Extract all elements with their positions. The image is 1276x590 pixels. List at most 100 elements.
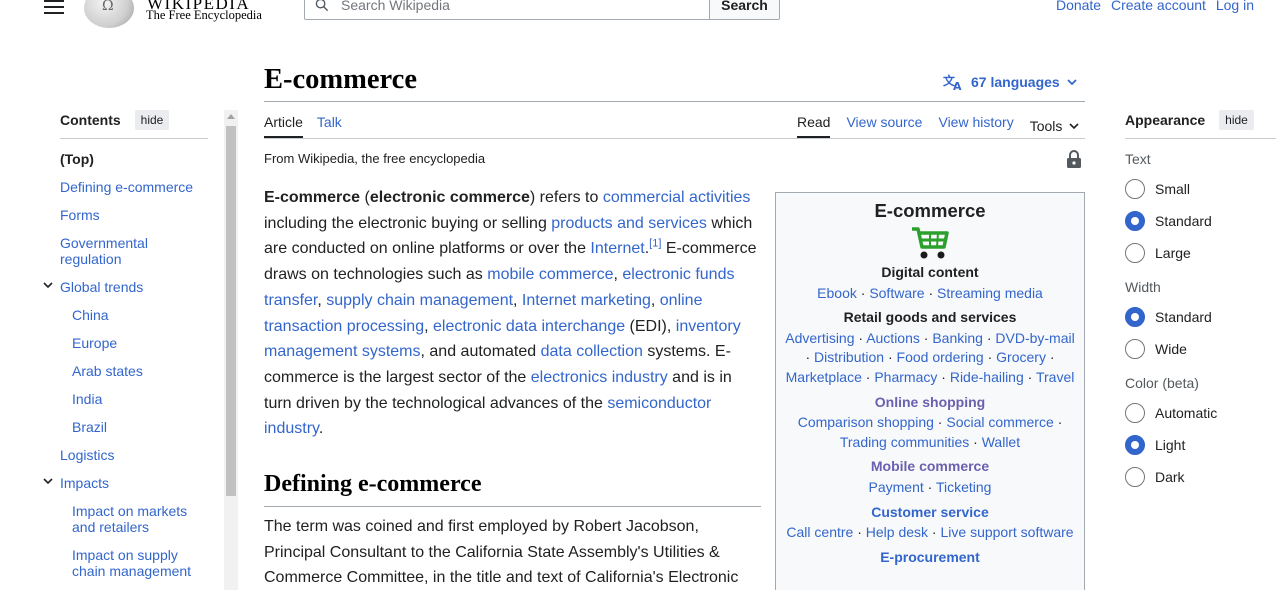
infobox-link[interactable]: Help desk [866,524,928,540]
infobox-link[interactable]: Payment [869,479,924,495]
infobox-link[interactable]: Live support software [941,524,1074,540]
donate-link[interactable]: Donate [1056,0,1101,13]
infobox-link[interactable]: Banking [932,330,983,346]
infobox-section-heading[interactable]: Online shopping [782,393,1078,413]
chevron-down-icon[interactable] [42,279,54,291]
toc-item[interactable]: Impact on supply chain management [60,547,210,579]
text-size-option-label: Standard [1155,213,1212,229]
infobox-link[interactable]: Travel [1036,369,1074,385]
infobox-section-heading[interactable]: Mobile commerce [782,457,1078,477]
toc-item[interactable]: Governmental regulation [60,235,210,267]
infobox-link[interactable]: Ticketing [936,479,992,495]
infobox-link[interactable]: Wallet [982,434,1020,450]
toc-item[interactable]: India [60,391,210,407]
text-size-option[interactable]: Standard [1125,211,1276,231]
text-size-option[interactable]: Small [1125,179,1276,199]
infobox-link[interactable]: Trading communities [840,434,969,450]
infobox-link[interactable]: Call centre [786,524,853,540]
link-mobile-commerce[interactable]: mobile commerce [487,266,613,283]
lead-bold: E-commerce [264,189,361,206]
width-option[interactable]: Standard [1125,307,1276,327]
radio-button[interactable] [1125,339,1145,359]
search-box[interactable] [304,0,710,20]
log-in-link[interactable]: Log in [1216,0,1254,13]
infobox-link[interactable]: Auctions [866,330,920,346]
reference-1[interactable]: [1] [649,238,661,250]
color-option[interactable]: Automatic [1125,403,1276,423]
wikipedia-globe-logo[interactable] [84,0,134,28]
infobox-link[interactable]: Comparison shopping [798,414,934,430]
toc-item[interactable]: Logistics [60,447,210,463]
infobox-link[interactable]: Ride-hailing [950,369,1024,385]
lead-text: including the electronic buying or selli… [264,214,552,232]
language-button[interactable]: 文A 67 languages [943,73,1078,91]
radio-button[interactable] [1125,467,1145,487]
infobox-section-heading[interactable]: E-procurement [782,548,1078,568]
infobox-link[interactable]: Food ordering [897,349,984,365]
link-commercial-activities[interactable]: commercial activities [603,189,751,206]
radio-button[interactable] [1125,435,1145,455]
infobox-link[interactable]: Ebook [817,285,857,301]
search-button[interactable]: Search [709,0,780,20]
infobox-link[interactable]: Pharmacy [874,369,937,385]
link-data-collection[interactable]: data collection [541,343,643,360]
toc-list: (Top) Defining e-commerce Forms Governmenta… [43,151,210,579]
search-input[interactable] [341,0,701,15]
radio-button[interactable] [1125,307,1145,327]
radio-button[interactable] [1125,179,1145,199]
link-products-and-services[interactable]: products and services [551,215,707,232]
toc-item[interactable]: Forms [60,207,210,223]
color-options: Automatic Light Dark [1125,403,1276,487]
toc-item[interactable]: (Top) [60,151,210,167]
link-internet-marketing[interactable]: Internet marketing [522,292,651,309]
link-supply-chain-management[interactable]: supply chain management [326,292,513,309]
infobox-link[interactable]: Grocery [996,349,1046,365]
color-option[interactable]: Light [1125,435,1276,455]
infobox-link[interactable]: Social commerce [946,414,1053,430]
toc-item[interactable]: Brazil [60,419,210,435]
toc-item[interactable]: Europe [60,335,210,351]
infobox-section-heading[interactable]: Customer service [782,503,1078,523]
list-separator: · [1053,414,1063,431]
link-electronic-data-interchange[interactable]: electronic data interchange [433,318,625,335]
infobox-section-heading: Retail goods and services [843,309,1017,326]
toc-item[interactable]: Global trends [43,279,210,295]
scroll-up-arrow-icon[interactable] [227,114,235,119]
lock-icon[interactable] [1066,149,1082,169]
toc-item[interactable]: Impacts [43,475,210,491]
infobox-link[interactable]: Streaming media [937,285,1043,301]
tab-view-history[interactable]: View history [938,114,1013,138]
chevron-down-icon[interactable] [42,475,54,487]
infobox-link[interactable]: Advertising [785,330,854,346]
infobox-sections: Digital content Ebook · Software · Stream… [782,263,1078,567]
color-option[interactable]: Dark [1125,467,1276,487]
main-menu-button[interactable] [44,0,64,14]
infobox-link[interactable]: Marketplace [786,369,862,385]
text-size-option[interactable]: Large [1125,243,1276,263]
infobox-link[interactable]: DVD-by-mail [995,330,1074,346]
tab-article[interactable]: Article [264,114,303,138]
radio-button[interactable] [1125,211,1145,231]
infobox-link[interactable]: Distribution [814,349,884,365]
create-account-link[interactable]: Create account [1111,0,1206,13]
toc-item[interactable]: Impact on markets and retailers [60,503,210,535]
radio-button[interactable] [1125,403,1145,423]
tools-menu[interactable]: Tools [1030,114,1081,138]
toc-item[interactable]: Defining e-commerce [60,179,210,195]
toc-scrollbar-thumb[interactable] [226,126,236,496]
toc-hide-button[interactable]: hide [134,110,170,130]
radio-button[interactable] [1125,243,1145,263]
tab-read[interactable]: Read [797,114,831,138]
tab-talk[interactable]: Talk [317,114,342,138]
tab-view-source[interactable]: View source [846,114,922,138]
link-internet[interactable]: Internet [590,240,644,257]
infobox-link[interactable]: Software [869,285,924,301]
text-size-option-label: Large [1155,245,1191,261]
width-option[interactable]: Wide [1125,339,1276,359]
toc-item[interactable]: China [60,307,210,323]
appearance-hide-button[interactable]: hide [1219,110,1254,130]
toc-item[interactable]: Arab states [60,363,210,379]
link-electronics-industry[interactable]: electronics industry [531,369,668,386]
color-option-label: Automatic [1155,405,1218,421]
section-paragraph: The term was coined and first employed b… [264,518,739,587]
